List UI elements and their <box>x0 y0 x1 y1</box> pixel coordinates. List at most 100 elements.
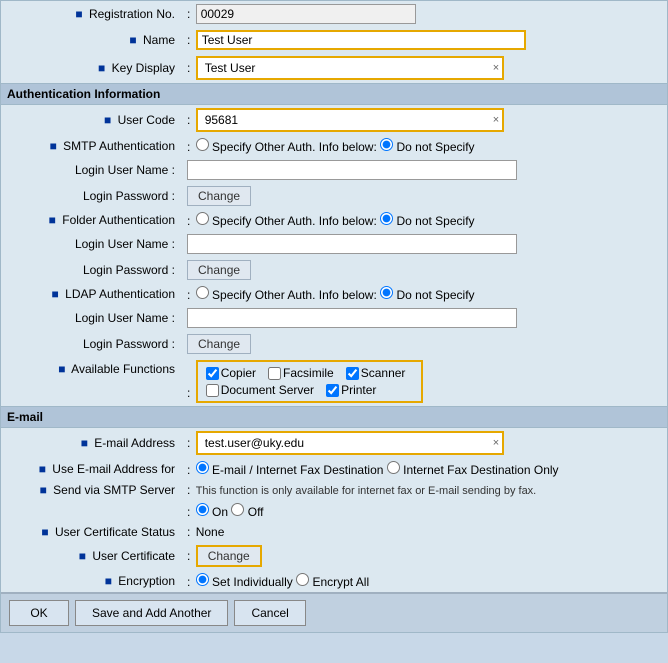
facsimile-checkbox[interactable] <box>268 367 281 380</box>
use-email-option2-text: Internet Fax Destination Only <box>403 463 558 477</box>
email-section-header: E-mail <box>7 410 43 424</box>
use-email-radio2[interactable] <box>387 461 400 474</box>
printer-checkbox-label[interactable]: Printer <box>326 383 376 397</box>
key-display-input[interactable] <box>201 59 491 77</box>
ldap-radio1[interactable] <box>196 286 209 299</box>
use-email-radio2-label[interactable]: Internet Fax Destination Only <box>387 463 559 477</box>
cert-status-label: User Certificate Status <box>55 525 175 539</box>
encryption-label: Encryption <box>118 574 175 588</box>
smtp-on-radio-label[interactable]: On <box>196 505 232 519</box>
smtp-login-user-input[interactable] <box>187 160 517 180</box>
folder-login-user-label: Login User Name : <box>75 237 175 251</box>
smtp-option2-text: Do not Specify <box>396 140 474 154</box>
folder-auth-dot: ■ <box>49 213 56 227</box>
smtp-off-radio[interactable] <box>231 503 244 516</box>
email-addr-dot: ■ <box>81 436 88 450</box>
ldap-login-pw-label: Login Password : <box>83 337 175 351</box>
smtp-radio1[interactable] <box>196 138 209 151</box>
smtp-radio2[interactable] <box>380 138 393 151</box>
folder-change-button[interactable]: Change <box>187 260 251 280</box>
scanner-checkbox-label[interactable]: Scanner <box>346 366 406 380</box>
encryption-dot: ■ <box>105 574 112 588</box>
ldap-radio1-label[interactable]: Specify Other Auth. Info below: <box>196 288 380 302</box>
encrypt-option2-text: Encrypt All <box>312 575 369 589</box>
smtp-server-note: This function is only available for inte… <box>196 485 537 497</box>
cert-label: User Certificate <box>92 549 175 563</box>
name-dot: ■ <box>129 33 136 47</box>
cert-change-button[interactable]: Change <box>196 545 262 567</box>
use-email-radio1[interactable] <box>196 461 209 474</box>
smtp-on-text: On <box>212 505 228 519</box>
doc-server-checkbox-label[interactable]: Document Server <box>206 383 314 397</box>
key-display-label: Key Display <box>112 61 175 75</box>
folder-login-user-input[interactable] <box>187 234 517 254</box>
email-addr-input[interactable] <box>201 434 491 452</box>
cert-dot: ■ <box>79 549 86 563</box>
smtp-label: SMTP Authentication <box>63 139 175 153</box>
key-display-clear-icon[interactable]: × <box>491 62 499 74</box>
avail-func-dot: ■ <box>58 362 65 376</box>
smtp-off-radio-label[interactable]: Off <box>231 505 263 519</box>
user-code-dot: ■ <box>104 113 111 127</box>
folder-radio1[interactable] <box>196 212 209 225</box>
smtp-on-radio[interactable] <box>196 503 209 516</box>
ldap-dot: ■ <box>52 287 59 301</box>
ldap-login-user-input[interactable] <box>187 308 517 328</box>
folder-auth-label: Folder Authentication <box>62 213 175 227</box>
reg-dot: ■ <box>75 7 82 21</box>
folder-option1-text: Specify Other Auth. Info below: <box>212 214 377 228</box>
folder-radio1-label[interactable]: Specify Other Auth. Info below: <box>196 214 380 228</box>
email-addr-clear-icon[interactable]: × <box>491 437 499 449</box>
smtp-dot: ■ <box>50 139 57 153</box>
reg-no-input[interactable] <box>196 4 416 24</box>
use-email-option1-text: E-mail / Internet Fax Destination <box>212 463 383 477</box>
scanner-checkbox[interactable] <box>346 367 359 380</box>
folder-option2-text: Do not Specify <box>396 214 474 228</box>
smtp-server-dot: ■ <box>40 483 47 497</box>
folder-radio2[interactable] <box>380 212 393 225</box>
cancel-button[interactable]: Cancel <box>234 600 305 626</box>
encrypt-radio2[interactable] <box>296 573 309 586</box>
reg-no-label: Registration No. <box>89 7 175 21</box>
encrypt-option1-text: Set Individually <box>212 575 293 589</box>
smtp-off-text: Off <box>248 505 264 519</box>
folder-radio2-label[interactable]: Do not Specify <box>380 214 474 228</box>
smtp-login-pw-label: Login Password : <box>83 189 175 203</box>
save-and-add-button[interactable]: Save and Add Another <box>75 600 228 626</box>
bottom-bar: OK Save and Add Another Cancel <box>1 592 667 632</box>
smtp-radio2-label[interactable]: Do not Specify <box>380 140 474 154</box>
ok-button[interactable]: OK <box>9 600 69 626</box>
auth-section-header: Authentication Information <box>7 87 160 101</box>
ldap-option2-text: Do not Specify <box>396 288 474 302</box>
user-code-label: User Code <box>118 113 175 127</box>
printer-checkbox[interactable] <box>326 384 339 397</box>
copier-checkbox-label[interactable]: Copier <box>206 366 256 380</box>
user-code-input[interactable] <box>201 111 491 129</box>
copier-checkbox[interactable] <box>206 367 219 380</box>
smtp-server-label: Send via SMTP Server <box>53 483 175 497</box>
copier-text: Copier <box>221 366 256 380</box>
doc-server-text: Document Server <box>221 383 314 397</box>
encrypt-radio1[interactable] <box>196 573 209 586</box>
ldap-radio2-label[interactable]: Do not Specify <box>380 288 474 302</box>
smtp-change-button[interactable]: Change <box>187 186 251 206</box>
user-code-clear-icon[interactable]: × <box>491 114 499 126</box>
facsimile-text: Facsimile <box>283 366 334 380</box>
ldap-login-user-label: Login User Name : <box>75 311 175 325</box>
avail-func-label: Available Functions <box>71 362 175 376</box>
key-display-dot: ■ <box>98 61 105 75</box>
ldap-change-button[interactable]: Change <box>187 334 251 354</box>
ldap-radio2[interactable] <box>380 286 393 299</box>
cert-status-dot: ■ <box>41 525 48 539</box>
doc-server-checkbox[interactable] <box>206 384 219 397</box>
use-email-dot: ■ <box>39 462 46 476</box>
ldap-label: LDAP Authentication <box>65 287 175 301</box>
cert-status-value: None <box>196 525 225 539</box>
use-email-radio1-label[interactable]: E-mail / Internet Fax Destination <box>196 463 387 477</box>
printer-text: Printer <box>341 383 376 397</box>
facsimile-checkbox-label[interactable]: Facsimile <box>268 366 334 380</box>
name-input[interactable] <box>196 30 526 50</box>
encrypt-radio1-label[interactable]: Set Individually <box>196 575 296 589</box>
smtp-radio1-label[interactable]: Specify Other Auth. Info below: <box>196 140 380 154</box>
encrypt-radio2-label[interactable]: Encrypt All <box>296 575 369 589</box>
